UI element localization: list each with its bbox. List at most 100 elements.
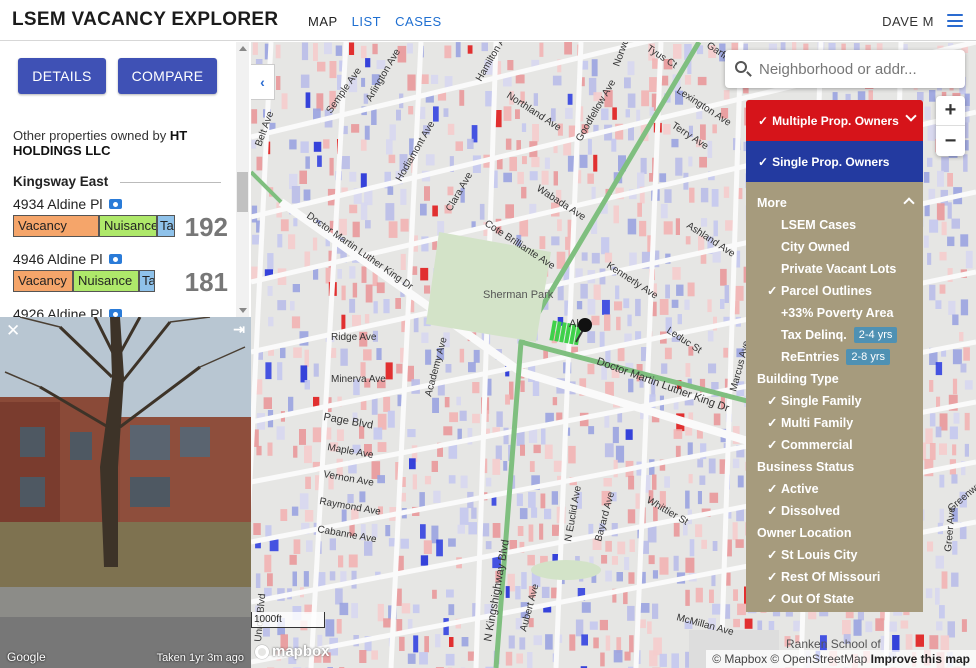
- parcel[interactable]: [256, 156, 263, 171]
- parcel[interactable]: [407, 74, 416, 91]
- parcel[interactable]: [568, 445, 576, 464]
- parcel[interactable]: [664, 347, 672, 360]
- parcel[interactable]: [515, 586, 521, 600]
- parcel[interactable]: [371, 650, 378, 660]
- parcel[interactable]: [624, 651, 631, 661]
- parcel[interactable]: [365, 220, 371, 229]
- parcel[interactable]: [889, 621, 897, 632]
- parcel[interactable]: [576, 301, 583, 310]
- parcel[interactable]: [364, 125, 370, 140]
- parcel[interactable]: [288, 234, 296, 250]
- parcel[interactable]: [299, 493, 309, 510]
- parcel[interactable]: [423, 540, 432, 554]
- parcel[interactable]: [531, 156, 540, 168]
- parcel[interactable]: [900, 620, 909, 629]
- expand-icon[interactable]: ⇥: [233, 321, 245, 338]
- parcel[interactable]: [685, 589, 690, 606]
- parcel[interactable]: [304, 445, 312, 464]
- parcel[interactable]: [267, 253, 274, 271]
- parcel[interactable]: [519, 508, 528, 520]
- parcel[interactable]: [408, 106, 414, 115]
- parcel[interactable]: [424, 636, 429, 653]
- parcel[interactable]: [351, 603, 358, 619]
- parcel[interactable]: [312, 237, 318, 251]
- parcel[interactable]: [601, 555, 608, 564]
- parcel[interactable]: [935, 362, 943, 376]
- parcel[interactable]: [324, 42, 332, 55]
- parcel[interactable]: [359, 650, 367, 663]
- parcel[interactable]: [591, 252, 600, 264]
- parcel[interactable]: [924, 235, 929, 248]
- legend-option[interactable]: +33% Poverty Area: [746, 302, 923, 324]
- parcel[interactable]: [664, 189, 672, 203]
- parcel[interactable]: [601, 237, 610, 255]
- parcel[interactable]: [482, 523, 490, 537]
- parcel[interactable]: [335, 588, 343, 605]
- parcel[interactable]: [399, 636, 405, 651]
- parcel[interactable]: [528, 524, 534, 542]
- parcel[interactable]: [276, 426, 285, 440]
- parcel[interactable]: [305, 92, 311, 108]
- parcel[interactable]: [613, 205, 620, 224]
- parcel[interactable]: [446, 589, 454, 598]
- parcel[interactable]: [725, 220, 734, 231]
- nav-cases[interactable]: CASES: [395, 14, 442, 29]
- parcel[interactable]: [468, 522, 477, 535]
- parcel[interactable]: [936, 621, 943, 631]
- parcel[interactable]: [517, 171, 524, 185]
- parcel[interactable]: [360, 139, 367, 151]
- multiple-owners-toggle[interactable]: ✓ Multiple Prop. Owners: [746, 100, 923, 141]
- property-item[interactable]: 4926 Aldine Pl: [13, 306, 228, 317]
- parcel[interactable]: [522, 156, 527, 165]
- parcel[interactable]: [420, 524, 426, 539]
- parcel[interactable]: [544, 444, 553, 459]
- parcel[interactable]: [611, 138, 617, 152]
- parcel[interactable]: [303, 189, 311, 201]
- parcel[interactable]: [589, 621, 598, 630]
- parcel[interactable]: [709, 492, 719, 503]
- nav-list[interactable]: LIST: [352, 14, 381, 29]
- legend-option[interactable]: ✓ Commercial: [746, 434, 923, 456]
- parcel[interactable]: [473, 349, 480, 363]
- legend-option[interactable]: ReEntries 2-8 yrs: [746, 346, 923, 368]
- attribution-text[interactable]: © Mapbox © OpenStreetMap: [712, 652, 867, 666]
- parcel[interactable]: [587, 363, 595, 375]
- parcel[interactable]: [424, 186, 430, 201]
- parcel[interactable]: [253, 523, 261, 535]
- parcel[interactable]: [735, 539, 744, 548]
- legend-option[interactable]: ✓ St Louis City: [746, 544, 923, 566]
- parcel[interactable]: [505, 586, 510, 598]
- parcel[interactable]: [963, 154, 968, 172]
- parcel[interactable]: [695, 587, 703, 603]
- parcel[interactable]: [685, 557, 695, 573]
- parcel[interactable]: [952, 444, 957, 456]
- parcel[interactable]: [617, 541, 626, 555]
- parcel[interactable]: [407, 619, 413, 630]
- parcel[interactable]: [591, 315, 600, 326]
- parcel[interactable]: [580, 283, 588, 299]
- parcel[interactable]: [723, 90, 730, 100]
- parcel[interactable]: [529, 171, 538, 181]
- parcel[interactable]: [541, 586, 550, 598]
- parcel[interactable]: [627, 314, 632, 327]
- parcel[interactable]: [313, 268, 319, 280]
- parcel[interactable]: [939, 605, 945, 619]
- parcel[interactable]: [386, 139, 393, 155]
- parcel[interactable]: [277, 234, 283, 248]
- parcel[interactable]: [373, 301, 378, 314]
- parcel[interactable]: [385, 525, 391, 537]
- chevron-down-icon[interactable]: [905, 110, 917, 122]
- parcel[interactable]: [413, 316, 419, 333]
- parcel[interactable]: [280, 347, 286, 359]
- parcel[interactable]: [713, 413, 721, 426]
- parcel[interactable]: [472, 413, 480, 424]
- parcel[interactable]: [292, 571, 298, 587]
- close-icon[interactable]: ✕: [6, 321, 20, 341]
- parcel[interactable]: [733, 589, 738, 601]
- parcel[interactable]: [684, 299, 690, 310]
- scroll-up-arrow-icon[interactable]: [239, 46, 247, 51]
- parcel[interactable]: [941, 156, 949, 173]
- parcel[interactable]: [377, 413, 387, 430]
- parcel[interactable]: [712, 124, 717, 134]
- parcel[interactable]: [599, 331, 605, 347]
